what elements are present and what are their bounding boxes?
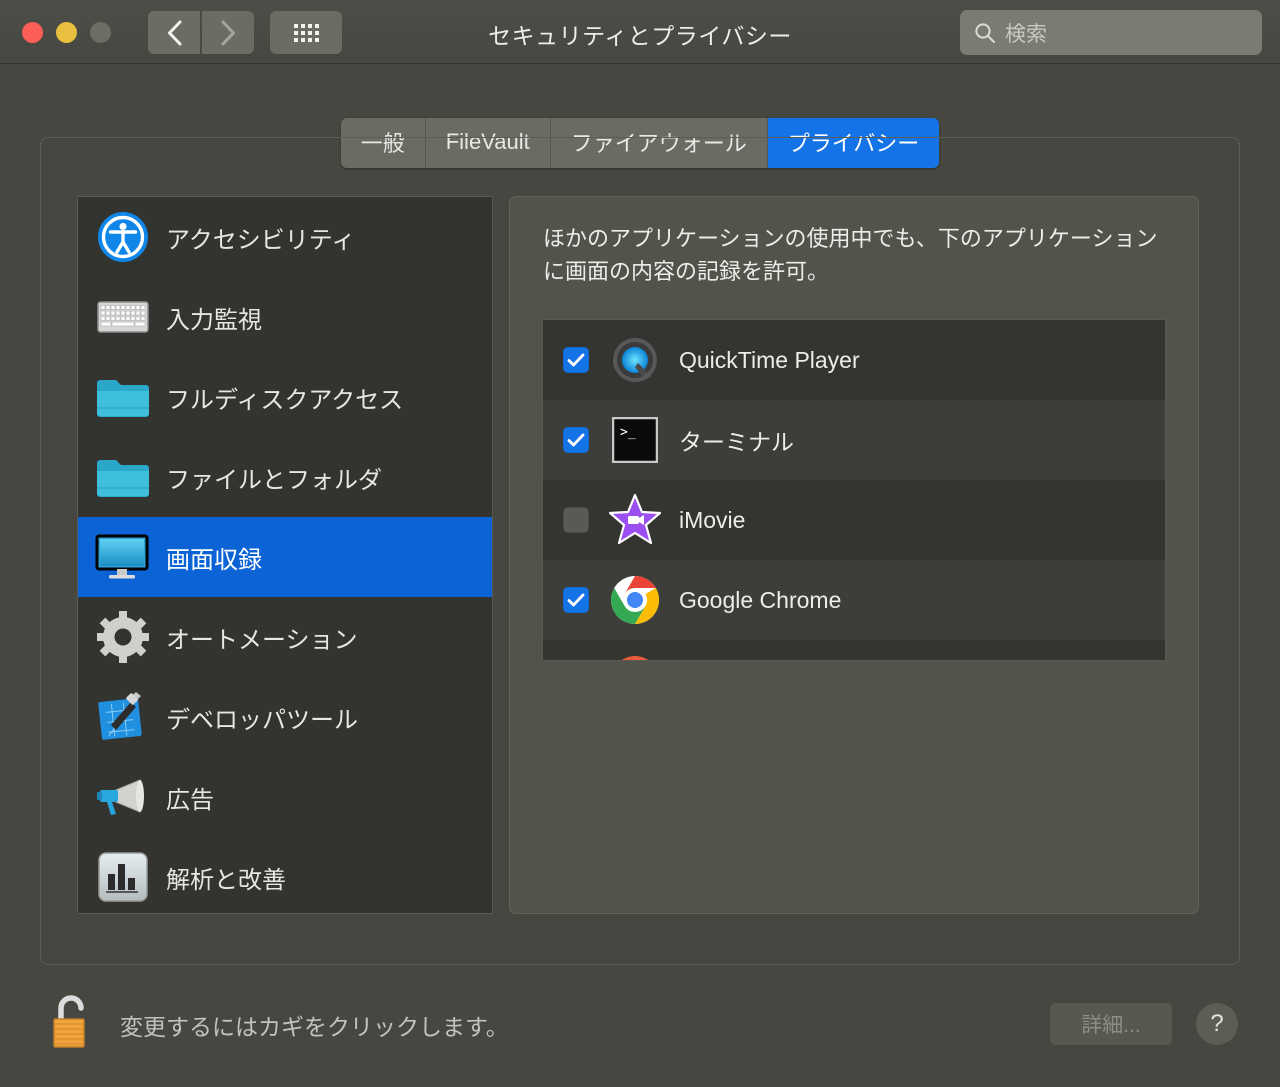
sidebar-item-label: 広告 (166, 786, 214, 814)
display-icon (94, 528, 152, 586)
sidebar-item-developer-tools[interactable]: デベロッパツール (78, 677, 492, 757)
table-row[interactable]: >_ ターミナル (543, 400, 1165, 480)
sidebar-item-label: アクセシビリティ (166, 226, 356, 254)
sidebar-item-label: 解析と改善 (166, 866, 286, 894)
show-all-grid-icon (293, 23, 319, 42)
search-placeholder: 検索 (1005, 22, 1047, 46)
app-name: QuickTime Player (679, 346, 860, 373)
show-all-button[interactable] (270, 11, 342, 54)
imovie-icon (609, 494, 661, 546)
app-name: ターミナル (679, 429, 794, 455)
xcode-hammer-icon (94, 688, 152, 746)
sidebar-item-input-monitoring[interactable]: 入力監視 (78, 277, 492, 357)
open-lock-icon[interactable] (48, 993, 96, 1056)
sidebar-item-label: フルディスクアクセス (166, 386, 404, 414)
privacy-category-list[interactable]: アクセシビリティ 入力監視 フルディスクアクセス ファイルとフォルダ 画面収録 … (77, 196, 493, 914)
app-checkbox[interactable] (563, 507, 589, 533)
keyboard-icon (94, 288, 152, 346)
app-checkbox[interactable] (563, 347, 589, 373)
svg-text:>_: >_ (620, 425, 636, 440)
accessibility-icon (94, 208, 152, 266)
gear-icon (94, 608, 152, 666)
folder-icon (94, 368, 152, 426)
back-button[interactable] (148, 11, 200, 54)
sidebar-item-advertising[interactable]: 広告 (78, 757, 492, 837)
forward-button[interactable] (202, 11, 254, 54)
partial-app-icon (609, 654, 661, 660)
quicktime-icon (609, 334, 661, 386)
sidebar-item-full-disk-access[interactable]: フルディスクアクセス (78, 357, 492, 437)
sidebar-item-files-and-folders[interactable]: ファイルとフォルダ (78, 437, 492, 517)
sidebar-item-analytics[interactable]: 解析と改善 (78, 837, 492, 913)
sidebar-item-label: デベロッパツール (166, 706, 358, 734)
preferences-content-panel: アクセシビリティ 入力監視 フルディスクアクセス ファイルとフォルダ 画面収録 … (40, 137, 1240, 965)
sidebar-item-label: ファイルとフォルダ (166, 466, 382, 494)
app-name: Google Chrome (679, 586, 842, 613)
search-field[interactable]: 検索 (960, 10, 1262, 55)
window-footer: 変更するにはカギをクリックします。 詳細... ? (0, 965, 1280, 1087)
table-row-partial[interactable] (543, 640, 1165, 660)
sidebar-item-screen-recording[interactable]: 画面収録 (78, 517, 492, 597)
sidebar-item-label: 画面収録 (166, 546, 262, 574)
chevron-right-icon (220, 20, 237, 46)
chevron-left-icon (166, 20, 183, 46)
screen-recording-settings-panel: ほかのアプリケーションの使用中でも、下のアプリケーションに画面の内容の記録を許可… (509, 196, 1199, 914)
sidebar-item-label: オートメーション (166, 626, 358, 654)
bar-chart-icon (94, 848, 152, 906)
table-row[interactable]: QuickTime Player (543, 320, 1165, 400)
megaphone-icon (94, 768, 152, 826)
minimize-button[interactable] (56, 22, 77, 43)
app-name: iMovie (679, 506, 746, 533)
table-row[interactable]: iMovie (543, 480, 1165, 560)
chrome-icon (609, 574, 661, 626)
details-button[interactable]: 詳細... (1050, 1003, 1172, 1045)
terminal-icon: >_ (609, 414, 661, 466)
sidebar-item-accessibility[interactable]: アクセシビリティ (78, 197, 492, 277)
lock-control[interactable]: 変更するにはカギをクリックします。 (48, 993, 509, 1056)
panel-description: ほかのアプリケーションの使用中でも、下のアプリケーションに画面の内容の記録を許可… (543, 226, 1158, 284)
navigation-buttons (148, 11, 254, 54)
app-checkbox[interactable] (563, 587, 589, 613)
zoom-button[interactable] (90, 22, 111, 43)
window-titlebar: セキュリティとプライバシー 検索 (0, 0, 1280, 64)
search-icon (974, 22, 996, 44)
help-button[interactable]: ? (1196, 1003, 1238, 1045)
system-preferences-window: セキュリティとプライバシー 検索 一般 FileVault ファイアウォール プ… (0, 0, 1280, 1087)
traffic-lights (22, 22, 111, 43)
folder-icon (94, 448, 152, 506)
table-row[interactable]: Google Chrome (543, 560, 1165, 640)
lock-hint-text: 変更するにはカギをクリックします。 (120, 1013, 509, 1040)
sidebar-item-automation[interactable]: オートメーション (78, 597, 492, 677)
allowed-apps-list[interactable]: QuickTime Player >_ ターミナル iMovie Google … (542, 319, 1166, 661)
close-button[interactable] (22, 22, 43, 43)
app-checkbox[interactable] (563, 427, 589, 453)
sidebar-item-label: 入力監視 (166, 306, 262, 334)
